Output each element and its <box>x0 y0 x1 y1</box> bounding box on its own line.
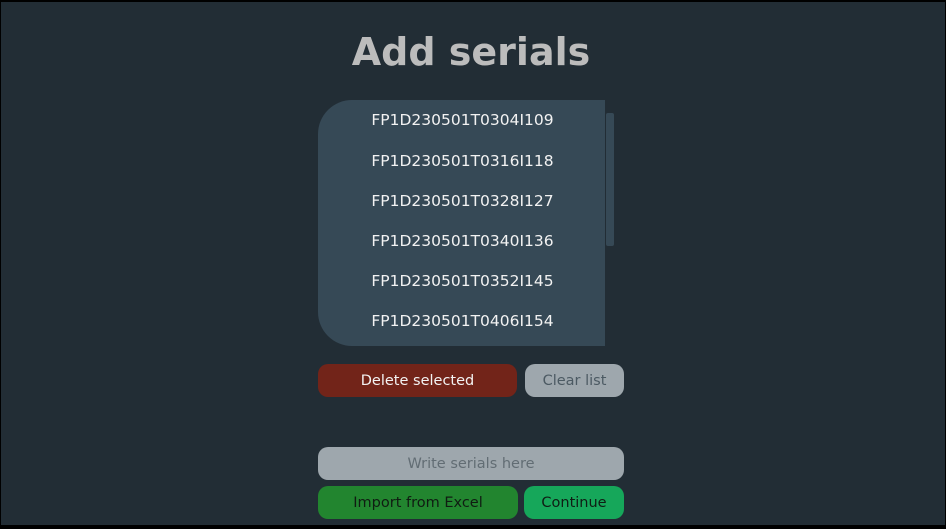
serial-list-item[interactable]: FP1D230501T0352I145 <box>318 261 605 301</box>
serial-list-item[interactable]: FP1D230501T0406I154 <box>318 301 605 341</box>
add-serials-window: Add serials FP1D230501T0304I109 FP1D2305… <box>1 2 945 525</box>
list-scrollbar-thumb[interactable] <box>606 113 614 246</box>
continue-button[interactable]: Continue <box>524 486 624 519</box>
delete-selected-button[interactable]: Delete selected <box>318 364 517 397</box>
clear-list-button[interactable]: Clear list <box>525 364 624 397</box>
serial-list-item[interactable]: FP1D230501T0340I136 <box>318 221 605 261</box>
serial-list-item[interactable]: FP1D230501T0316I118 <box>318 141 605 181</box>
serial-list-item[interactable]: FP1D230501T0304I109 <box>318 100 605 141</box>
serials-list: FP1D230501T0304I109 FP1D230501T0316I118 … <box>318 100 605 346</box>
import-from-excel-button[interactable]: Import from Excel <box>318 486 518 519</box>
page-title: Add serials <box>351 30 591 74</box>
serial-list-item[interactable]: FP1D230501T0328I127 <box>318 181 605 221</box>
serials-input[interactable] <box>318 447 624 480</box>
serials-listbox[interactable]: FP1D230501T0304I109 FP1D230501T0316I118 … <box>318 100 605 346</box>
